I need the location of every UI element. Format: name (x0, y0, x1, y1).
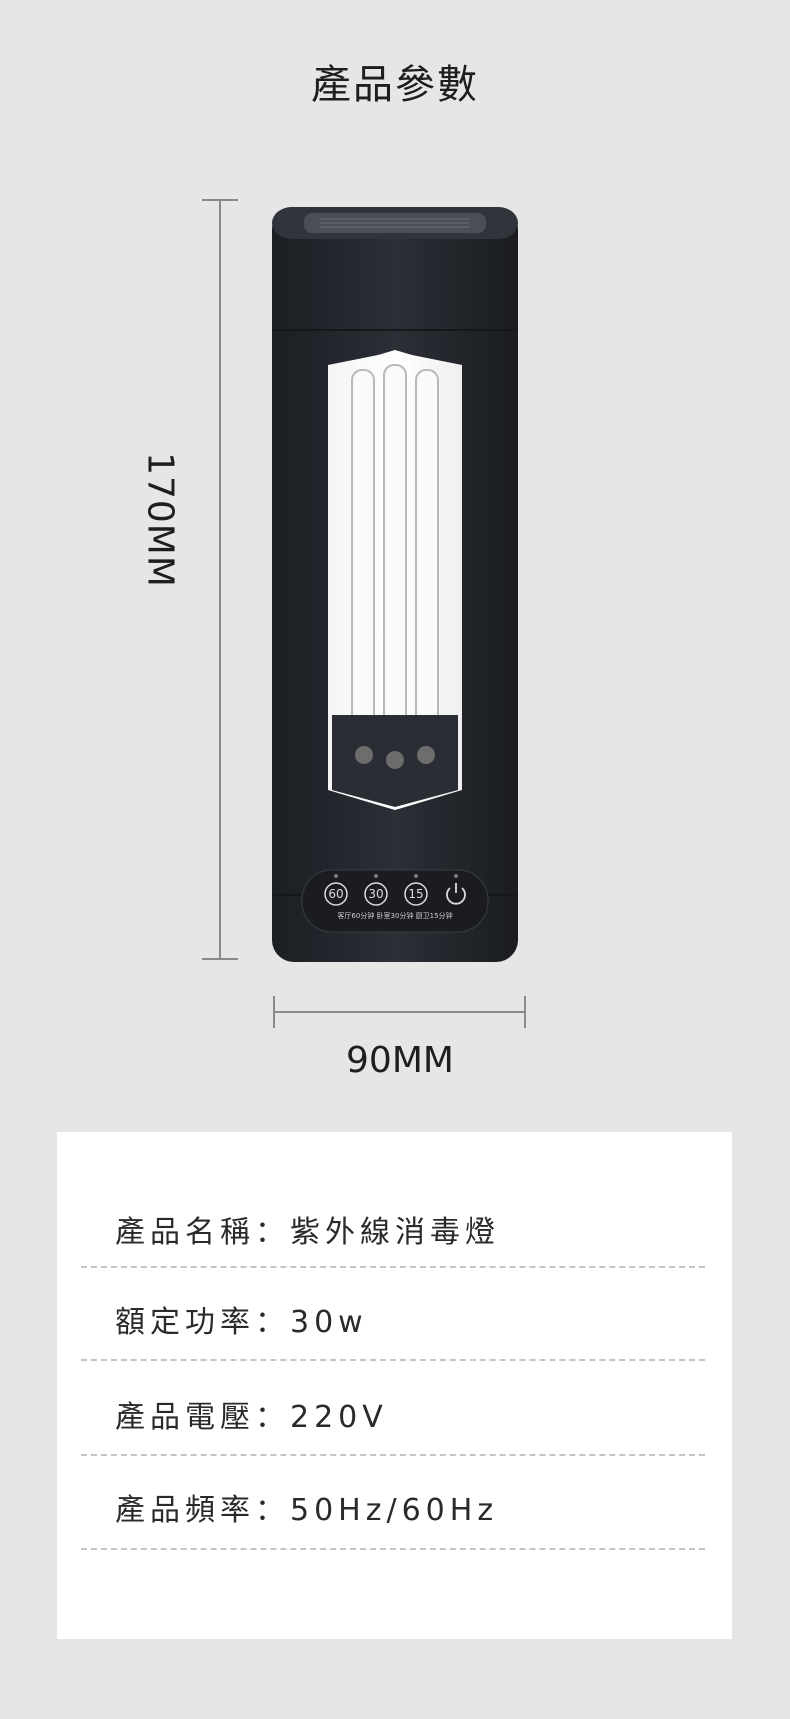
spec-row-frequency: 產品頻率：50Hz/60Hz (115, 1485, 675, 1529)
spec-row-voltage: 產品電壓：220V (115, 1392, 675, 1436)
page-title: 產品參數 (311, 62, 479, 108)
timer-15-label: 15 (408, 887, 423, 901)
spec-separator: ： (255, 1305, 290, 1340)
timer-30-label: 30 (368, 887, 383, 901)
indicator-led (334, 874, 338, 878)
spec-row-name: 產品名稱：紫外線消毒燈 (115, 1207, 675, 1251)
spec-divider (81, 1548, 705, 1550)
spec-row-power: 額定功率：30w (115, 1297, 675, 1341)
width-label: 90MM (346, 1040, 454, 1081)
indicator-led (414, 874, 418, 878)
spec-card: 產品名稱：紫外線消毒燈 額定功率：30w 產品電壓：220V 產品頻率：50Hz… (57, 1132, 732, 1639)
power-button[interactable] (446, 883, 466, 905)
width-dimension-rule (274, 1011, 526, 1013)
timer-30-button[interactable]: 30 (364, 882, 388, 906)
spec-value: 30w (290, 1305, 368, 1340)
timer-60-label: 60 (328, 887, 343, 901)
panel-caption: 客厅60分钟 卧室30分钟 厨卫15分钟 (337, 911, 452, 920)
spec-divider (81, 1359, 705, 1361)
spec-divider (81, 1454, 705, 1456)
height-label: 170MM (139, 452, 181, 588)
spec-value: 50Hz/60Hz (290, 1493, 499, 1528)
product-image: 60 30 15 客厅60分钟 卧室30分钟 厨卫15分钟 (260, 195, 530, 965)
spec-separator: ： (255, 1400, 290, 1435)
height-dimension-cap-bottom (202, 958, 238, 960)
spec-value: 紫外線消毒燈 (290, 1215, 500, 1250)
spec-value: 220V (290, 1400, 388, 1435)
width-dimension-cap-right (524, 996, 526, 1028)
indicator-led (374, 874, 378, 878)
timer-60-button[interactable]: 60 (324, 882, 348, 906)
height-dimension-rule (219, 200, 221, 960)
spec-label: 產品電壓 (115, 1400, 255, 1435)
spec-label: 額定功率 (115, 1305, 255, 1340)
spec-separator: ： (255, 1215, 290, 1250)
spec-separator: ： (255, 1493, 290, 1528)
timer-15-button[interactable]: 15 (404, 882, 428, 906)
spec-label: 產品名稱 (115, 1215, 255, 1250)
indicator-led (454, 874, 458, 878)
spec-divider (81, 1266, 705, 1268)
spec-label: 產品頻率 (115, 1493, 255, 1528)
